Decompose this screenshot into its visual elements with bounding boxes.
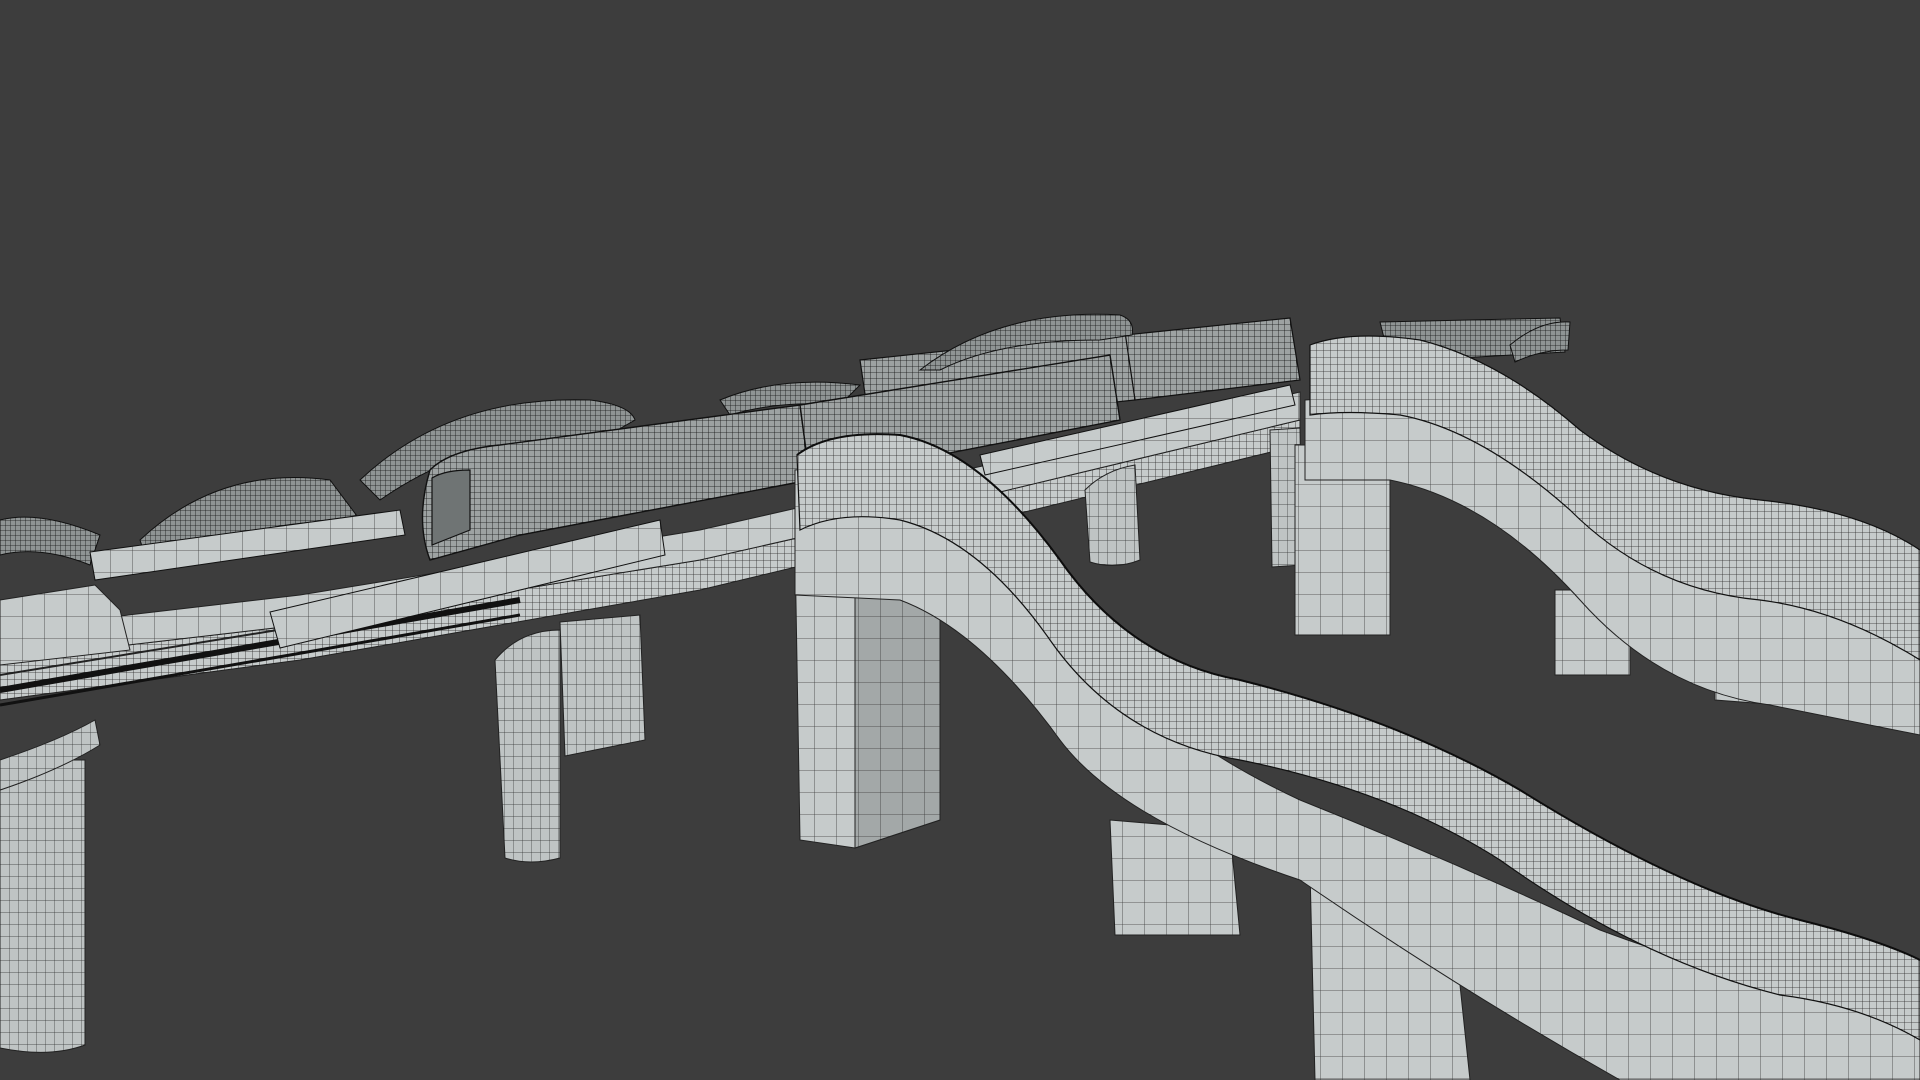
viaduct-column-left: [0, 719, 101, 1053]
wireframe-scene: [0, 313, 1920, 1080]
3d-viewport[interactable]: [0, 0, 1920, 1080]
curved-walkway-back: [1294, 335, 1920, 736]
viaduct-column-middle: [494, 614, 646, 863]
